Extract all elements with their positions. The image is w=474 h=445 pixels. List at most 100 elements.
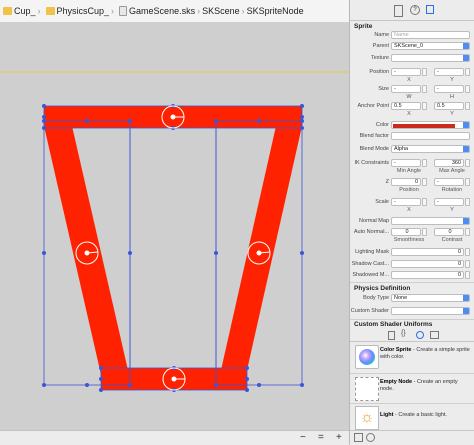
- scale-y-field[interactable]: -: [434, 198, 464, 206]
- z-rotation-field[interactable]: -: [434, 178, 464, 186]
- size-h-stepper[interactable]: [465, 85, 470, 93]
- anchor-x-field[interactable]: 0.5: [391, 102, 421, 110]
- breadcrumb-label: Cup_: [14, 6, 36, 16]
- scale-y-stepper[interactable]: [465, 198, 470, 206]
- ik-min-stepper[interactable]: [422, 159, 427, 167]
- body-type-select[interactable]: None: [391, 294, 470, 302]
- library-item-name: Light: [380, 412, 394, 418]
- anchor-point-label: Anchor Point: [357, 103, 390, 109]
- library-filter-bar: [350, 430, 474, 445]
- normal-map-label: Normal Map: [359, 218, 389, 224]
- jump-bar: Cup_ › PhysicsCup_ › GameScene.sks › SKS…: [0, 0, 349, 23]
- breadcrumb-item[interactable]: Cup_: [0, 6, 36, 16]
- file-icon: [119, 6, 128, 16]
- lighting-mask-stepper[interactable]: [465, 248, 470, 256]
- anchor-y-stepper[interactable]: [465, 102, 470, 110]
- scale-x-stepper[interactable]: [422, 198, 427, 206]
- position-x-stepper[interactable]: [422, 68, 427, 76]
- size-label: Size: [378, 86, 389, 92]
- media-library-icon[interactable]: [430, 331, 439, 339]
- scene-svg[interactable]: [0, 22, 349, 430]
- lighting-mask-field[interactable]: 0: [391, 248, 464, 256]
- normal-map-select[interactable]: [391, 217, 470, 225]
- smoothness-stepper[interactable]: [422, 228, 427, 236]
- chevron-right-icon: ›: [241, 6, 245, 16]
- zoom-reset-icon[interactable]: =: [318, 431, 324, 444]
- auto-normal-label: Auto Normal...: [353, 229, 389, 235]
- folder-icon: [45, 7, 55, 15]
- breadcrumb-label: SKSpriteNode: [246, 6, 304, 16]
- section-title-shader-uniforms: Custom Shader Uniforms: [354, 321, 433, 328]
- position-sublabel: Position: [399, 187, 419, 193]
- library-item-desc: Create a basic light.: [398, 412, 447, 418]
- divider: [350, 282, 474, 283]
- body-type-label: Body Type: [363, 295, 389, 301]
- ik-max-stepper[interactable]: [465, 159, 470, 167]
- custom-shader-select[interactable]: [391, 307, 470, 315]
- zoom-in-icon[interactable]: +: [336, 431, 342, 444]
- attributes-inspector-icon[interactable]: [426, 5, 434, 14]
- breadcrumb-item[interactable]: GameScene.sks: [116, 6, 195, 16]
- z-label: Z: [385, 179, 389, 185]
- smoothness-sublabel: Smoothness: [393, 237, 425, 243]
- x-sublabel: X: [407, 111, 411, 117]
- parent-select[interactable]: SKScene_0: [391, 42, 470, 50]
- filter-icon[interactable]: [366, 433, 375, 442]
- blend-mode-select[interactable]: Alpha: [391, 145, 470, 153]
- position-y-stepper[interactable]: [465, 68, 470, 76]
- contrast-field[interactable]: 0: [434, 228, 464, 236]
- anchor-y-field[interactable]: 0.5: [434, 102, 464, 110]
- blend-mode-label: Blend Mode: [359, 146, 389, 152]
- position-y-field[interactable]: -: [434, 68, 464, 76]
- position-x-field[interactable]: -: [391, 68, 421, 76]
- inspector-tabs: ?: [350, 0, 474, 21]
- texture-select[interactable]: [391, 54, 470, 62]
- breadcrumb-label: PhysicsCup_: [56, 6, 110, 16]
- smoothness-field[interactable]: 0: [391, 228, 421, 236]
- custom-shader-label: Custom Shader: [350, 308, 389, 314]
- size-w-field[interactable]: -: [391, 85, 421, 93]
- zoom-out-icon[interactable]: −: [300, 431, 306, 444]
- y-sublabel: Y: [450, 77, 454, 83]
- breadcrumb-item[interactable]: SKScene: [202, 6, 240, 16]
- file-inspector-icon[interactable]: [394, 5, 403, 17]
- breadcrumb-label: GameScene.sks: [129, 6, 196, 16]
- blend-factor-field[interactable]: [391, 132, 470, 140]
- y-sublabel: Y: [450, 111, 454, 117]
- ik-min-field[interactable]: -: [391, 159, 421, 167]
- shadowed-mask-field[interactable]: 0: [391, 271, 464, 279]
- object-library-icon[interactable]: [416, 331, 424, 339]
- contrast-sublabel: Contrast: [441, 237, 463, 243]
- z-position-stepper[interactable]: [422, 178, 427, 186]
- size-w-stepper[interactable]: [422, 85, 427, 93]
- code-snippet-icon[interactable]: {}: [401, 330, 406, 337]
- help-icon[interactable]: ?: [410, 5, 420, 15]
- divider: [350, 319, 474, 320]
- z-position-field[interactable]: 0: [391, 178, 421, 186]
- z-rotation-stepper[interactable]: [465, 178, 470, 186]
- grid-view-icon[interactable]: [354, 433, 363, 442]
- library-item-color-sprite[interactable]: Color Sprite - Create a simple sprite wi…: [352, 343, 473, 373]
- scene-canvas[interactable]: [0, 22, 349, 430]
- library-item-empty-node[interactable]: Empty Node - Create an empty node.: [352, 375, 473, 405]
- contrast-stepper[interactable]: [465, 228, 470, 236]
- max-angle-sublabel: Max Angle: [439, 168, 465, 174]
- file-template-icon[interactable]: [388, 331, 395, 340]
- shadowed-mask-stepper[interactable]: [465, 271, 470, 279]
- scale-x-field[interactable]: -: [391, 198, 421, 206]
- blend-factor-label: Blend factor: [359, 133, 389, 139]
- name-label: Name: [374, 32, 389, 38]
- color-swatch: [393, 123, 455, 128]
- parent-label: Parent: [372, 43, 389, 49]
- shadow-cast-stepper[interactable]: [465, 260, 470, 268]
- ik-max-field[interactable]: 360: [434, 159, 464, 167]
- name-field[interactable]: Name: [391, 31, 470, 39]
- chevron-right-icon: ›: [111, 6, 115, 16]
- breadcrumb-item[interactable]: SKSpriteNode: [247, 6, 304, 16]
- breadcrumb-item[interactable]: PhysicsCup_: [43, 6, 110, 16]
- color-well[interactable]: [391, 121, 470, 129]
- size-h-field[interactable]: -: [434, 85, 464, 93]
- shadow-cast-field[interactable]: 0: [391, 260, 464, 268]
- h-sublabel: H: [450, 94, 454, 100]
- anchor-x-stepper[interactable]: [422, 102, 427, 110]
